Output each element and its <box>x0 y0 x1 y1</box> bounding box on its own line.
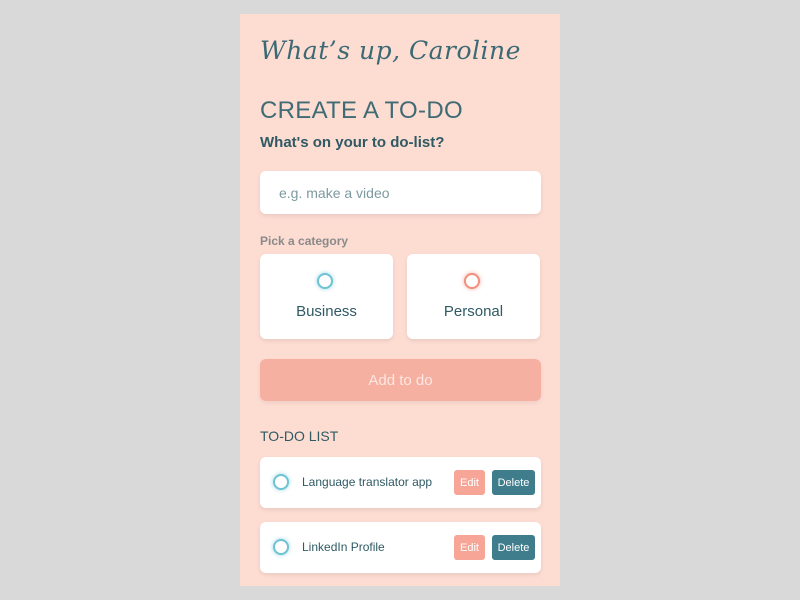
personal-label: Personal <box>443 303 504 320</box>
todo-checkbox[interactable] <box>273 539 289 555</box>
category-option-personal[interactable]: Personal <box>407 254 540 339</box>
todo-item: Language translator app Edit Delete <box>260 457 541 508</box>
create-todo-title: CREATE A TO-DO <box>260 97 463 124</box>
todo-item-text: Language translator app <box>302 475 433 489</box>
edit-button[interactable]: Edit <box>454 535 485 560</box>
personal-radio[interactable] <box>464 273 480 289</box>
category-label: Pick a category <box>260 234 349 248</box>
todo-item: LinkedIn Profile Edit Delete <box>260 522 541 573</box>
create-todo-subtitle: What's on your to do-list? <box>260 134 445 151</box>
todo-app: What’s up, Caroline CREATE A TO-DO What'… <box>240 14 560 586</box>
delete-button[interactable]: Delete <box>492 470 535 495</box>
todo-list-title: TO-DO LIST <box>260 428 339 444</box>
todo-text-input[interactable] <box>260 171 541 214</box>
business-radio[interactable] <box>317 273 333 289</box>
todo-checkbox[interactable] <box>273 474 289 490</box>
add-todo-button[interactable]: Add to do <box>260 359 541 401</box>
todo-item-text: LinkedIn Profile <box>302 540 385 554</box>
business-label: Business <box>296 303 357 320</box>
delete-button[interactable]: Delete <box>492 535 535 560</box>
edit-button[interactable]: Edit <box>454 470 485 495</box>
category-option-business[interactable]: Business <box>260 254 393 339</box>
greeting-heading: What’s up, Caroline <box>260 36 521 65</box>
